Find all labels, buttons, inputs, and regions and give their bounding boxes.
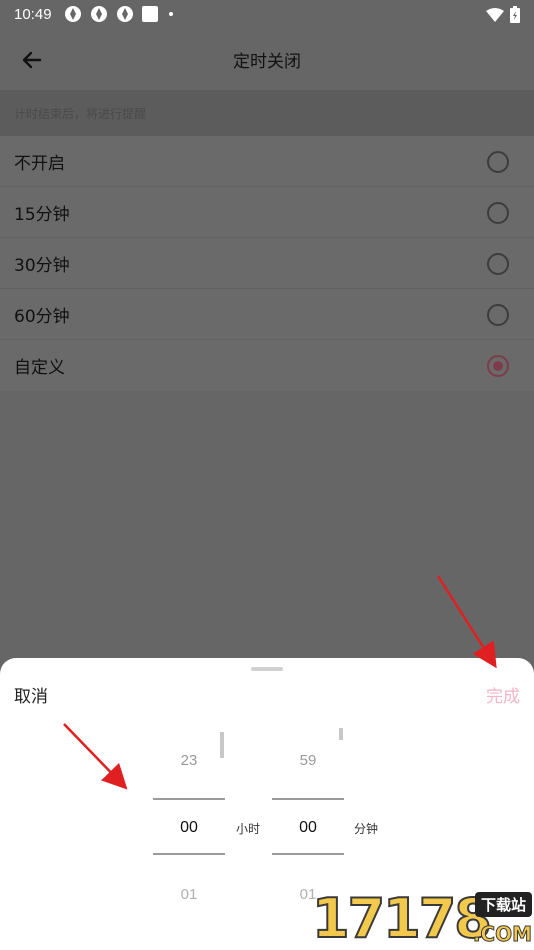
app-notification-icon (116, 6, 133, 22)
selection-line (153, 798, 225, 800)
selection-line (272, 798, 344, 800)
radio-button[interactable] (487, 253, 509, 275)
hours-wheel[interactable]: 23 00 01 (153, 718, 225, 950)
wifi-icon (486, 7, 504, 22)
arrow-to-done-button (436, 575, 497, 669)
page-title: 定时关闭 (233, 51, 301, 72)
radio-button[interactable] (487, 202, 509, 224)
timer-options-list: 不开启 15分钟 30分钟 60分钟 自定义 (0, 136, 534, 391)
radio-button[interactable] (487, 151, 509, 173)
square-notification-icon (141, 6, 158, 22)
battery-icon (510, 6, 520, 23)
option-60min[interactable]: 60分钟 (0, 289, 534, 340)
minutes-unit-label: 分钟 (354, 822, 379, 836)
option-15min[interactable]: 15分钟 (0, 187, 534, 238)
app-notification-icon (64, 6, 81, 22)
option-30min[interactable]: 30分钟 (0, 238, 534, 289)
radio-button-selected[interactable] (487, 355, 509, 377)
app-bar: 定时关闭 (0, 28, 534, 90)
option-label: 15分钟 (14, 204, 70, 225)
selection-line (153, 853, 225, 855)
status-time: 10:49 (14, 5, 52, 23)
notification-icons (64, 5, 176, 23)
selection-line (272, 853, 344, 855)
option-off[interactable]: 不开启 (0, 136, 534, 187)
minutes-current-value[interactable]: 00 (272, 819, 344, 837)
option-label: 30分钟 (14, 255, 70, 276)
option-custom[interactable]: 自定义 (0, 340, 534, 391)
hours-next-value[interactable]: 01 (153, 886, 225, 903)
minutes-prev-value[interactable]: 59 (272, 752, 344, 769)
done-button[interactable]: 完成 (486, 682, 520, 707)
more-dot-icon (168, 12, 173, 16)
app-notification-icon (90, 6, 107, 22)
cancel-button[interactable]: 取消 (14, 682, 48, 707)
option-label: 自定义 (14, 358, 65, 378)
timer-hint: 计时结束后，将进行提醒 (0, 90, 534, 136)
back-arrow-icon[interactable] (18, 46, 46, 74)
system-icons (486, 6, 520, 23)
drag-handle[interactable] (251, 667, 283, 671)
hours-unit-label: 小时 (236, 822, 261, 836)
watermark-number: 17178 (311, 887, 493, 950)
watermark-badge: 下载站 (474, 892, 532, 917)
status-bar: 10:49 (0, 0, 534, 28)
option-label: 60分钟 (14, 306, 70, 327)
hours-prev-value[interactable]: 23 (153, 752, 225, 769)
hours-current-value[interactable]: 00 (153, 819, 225, 837)
site-watermark-logo: 17178 下载站 .COM (311, 887, 534, 950)
watermark-suffix: .COM (472, 922, 532, 947)
radio-button[interactable] (487, 304, 509, 326)
option-label: 不开启 (14, 153, 65, 174)
